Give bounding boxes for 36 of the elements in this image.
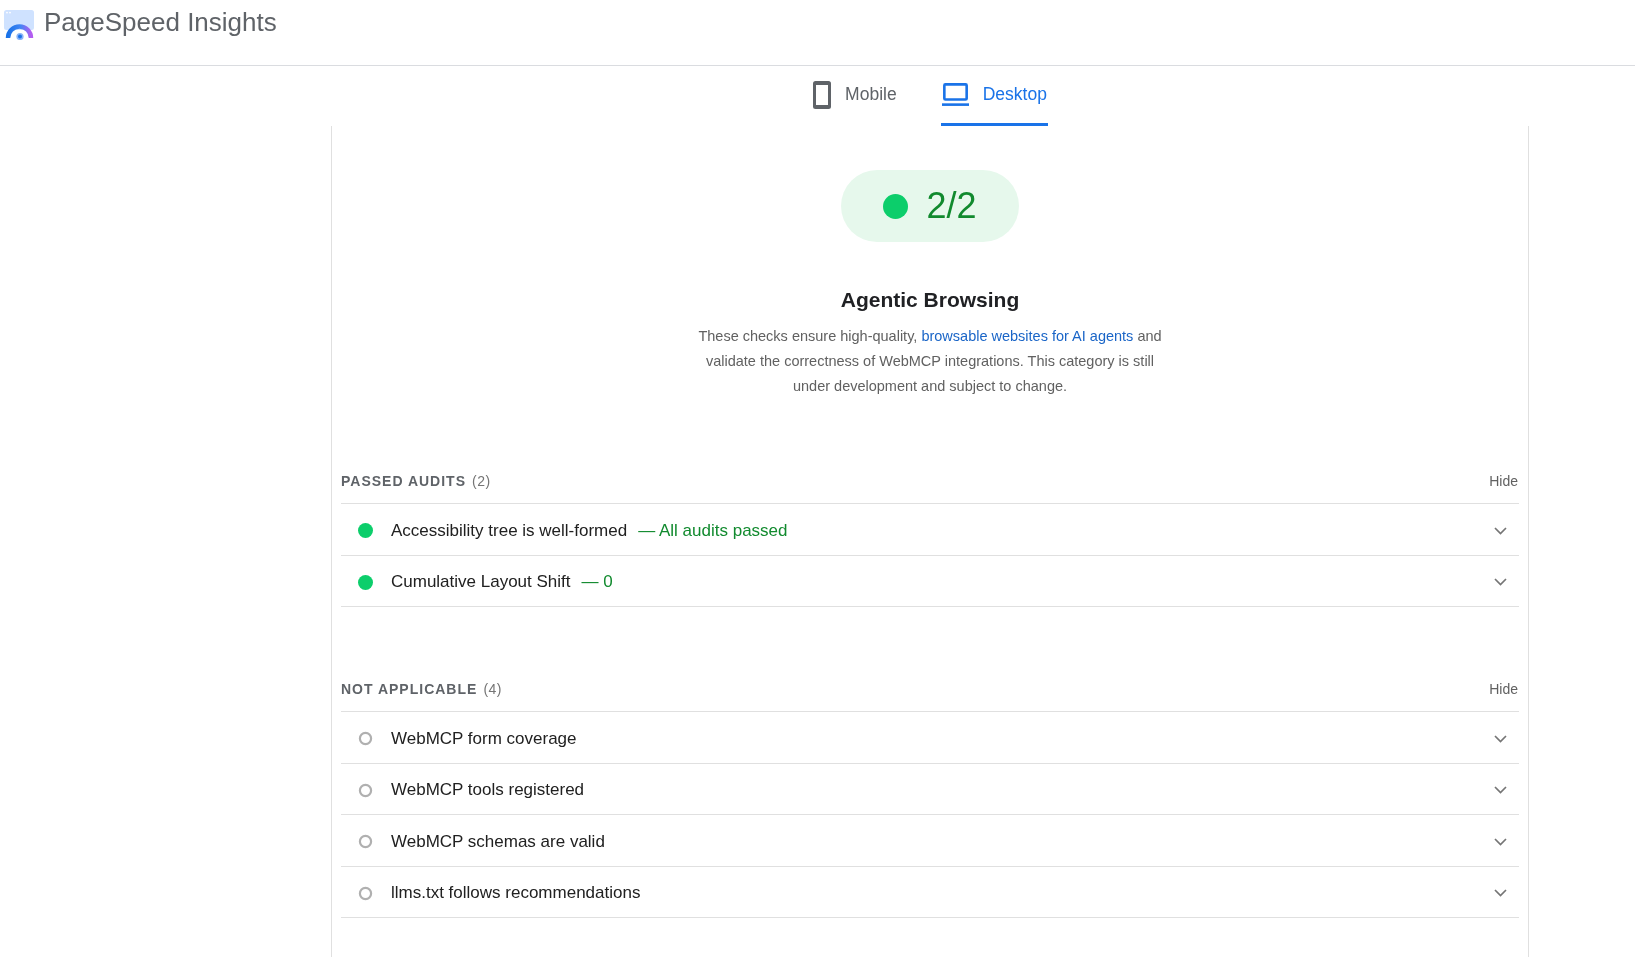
app-title: PageSpeed Insights (44, 7, 277, 37)
section-title: PASSED AUDITS (341, 472, 466, 491)
status-dot-icon (358, 523, 373, 539)
description-link[interactable]: browsable websites for AI agents (921, 328, 1134, 344)
section-count: (4) (483, 680, 502, 699)
audit-value: — All audits passed (638, 520, 788, 541)
laptop-icon (941, 83, 969, 106)
gauge-logo-icon (4, 10, 34, 40)
phone-icon (813, 80, 832, 109)
category-description: These checks ensure high-quality, browsable websites for AI agents and validate the correctness of WebMCP integrations. This category is still under development and subject to change. (697, 327, 1163, 396)
hide-button[interactable]: Hide (1489, 470, 1518, 492)
ring-icon (358, 782, 373, 798)
hide-button[interactable]: Hide (1489, 678, 1518, 700)
audit-title: WebMCP form coverage (391, 728, 577, 749)
section-title: NOT APPLICABLE (341, 680, 478, 699)
ring-icon (358, 731, 373, 747)
tab[interactable]: Mobile (812, 66, 898, 126)
chevron-icon[interactable] (1494, 526, 1507, 535)
tab[interactable]: Desktop (940, 66, 1048, 126)
audit-value: — 0 (581, 572, 613, 593)
audit-title: Cumulative Layout Shift (391, 572, 571, 593)
ring-icon (358, 834, 373, 850)
ring-icon (358, 885, 373, 901)
chevron-icon[interactable] (1494, 786, 1507, 795)
chevron-icon[interactable] (1494, 578, 1507, 587)
audit-title: llms.txt follows recommendations (391, 883, 641, 904)
category-title: Agentic Browsing (840, 287, 1020, 313)
chevron-icon[interactable] (1494, 734, 1507, 743)
score-value: 2/2 (926, 186, 977, 226)
section-count: (2) (472, 472, 491, 491)
chevron-icon[interactable] (1494, 889, 1507, 898)
status-dot-icon (358, 574, 373, 590)
audit-title: Accessibility tree is well-formed (391, 520, 628, 541)
audit-title: WebMCP schemas are valid (391, 831, 605, 852)
audit-title: WebMCP tools registered (391, 780, 585, 801)
chevron-icon[interactable] (1494, 837, 1507, 846)
